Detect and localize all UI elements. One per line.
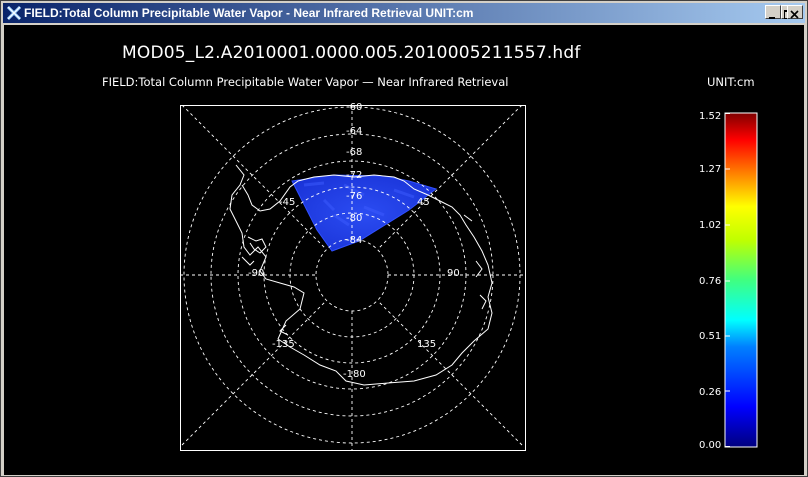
lat-label: -72 — [346, 170, 363, 181]
colorbar-tick-label: 0.00 — [699, 440, 722, 451]
window-title: FIELD:Total Column Precipitable Water Va… — [24, 6, 474, 20]
lon-label: 45 — [417, 197, 430, 208]
minimize-button[interactable] — [765, 5, 781, 19]
polar-map — [180, 105, 758, 451]
lat-label: -80 — [346, 213, 363, 224]
unit-label: UNIT:cm — [707, 75, 755, 89]
colorbar — [724, 112, 758, 448]
file-name-title: MOD05_L2.A2010001.0000.005.2010005211557… — [122, 43, 581, 63]
field-title: FIELD:Total Column Precipitable Water Va… — [102, 75, 509, 89]
lat-label: -64 — [346, 126, 363, 137]
app-window: FIELD:Total Column Precipitable Water Va… — [0, 0, 808, 477]
idl-x-icon — [6, 5, 22, 21]
colorbar-tick-label: 0.51 — [699, 331, 722, 342]
title-bar[interactable]: FIELD:Total Column Precipitable Water Va… — [3, 3, 805, 23]
lon-label: -135 — [272, 339, 295, 350]
colorbar-tick-label: 1.02 — [699, 220, 722, 231]
plot-canvas: MOD05_L2.A2010001.0000.005.2010005211557… — [4, 25, 804, 475]
lon-label: -180 — [343, 369, 366, 380]
colorbar-tick-label: 1.52 — [699, 111, 722, 122]
lat-label: -76 — [346, 191, 363, 202]
lon-label: -90 — [248, 268, 265, 279]
colorbar-tick-label: 0.26 — [699, 387, 722, 398]
close-button[interactable] — [787, 5, 803, 19]
minimize-icon — [769, 17, 775, 19]
close-icon — [790, 10, 799, 19]
colorbar-tick-label: 0.76 — [699, 276, 722, 287]
lat-label: -84 — [346, 235, 363, 246]
colorbar-tick-label: 1.27 — [699, 164, 722, 175]
lon-label: 90 — [447, 268, 460, 279]
lat-label: -68 — [346, 147, 363, 158]
lon-label: -45 — [279, 197, 296, 208]
lat-label: -60 — [346, 102, 363, 113]
lon-label: 135 — [417, 339, 437, 350]
